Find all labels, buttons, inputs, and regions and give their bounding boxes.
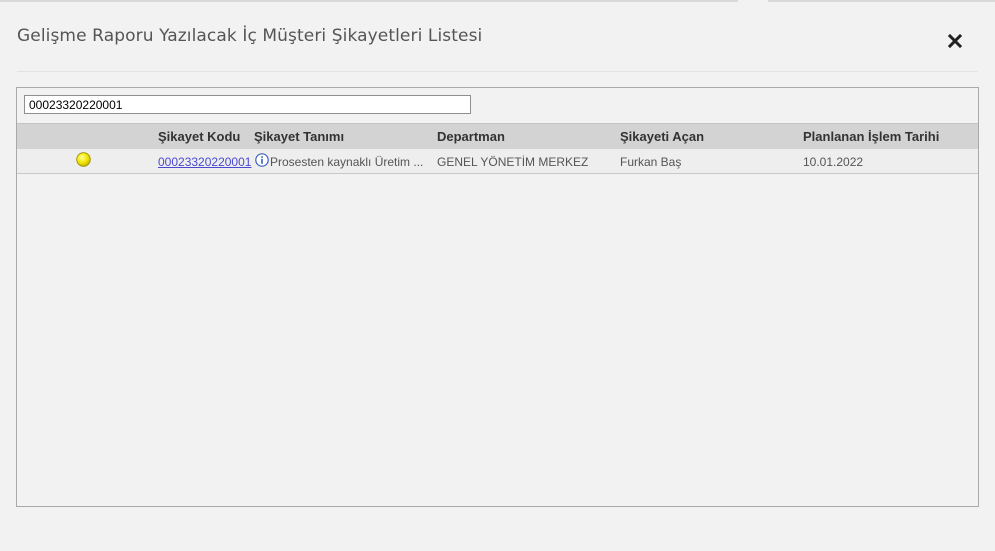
opened-by-cell: Furkan Baş (620, 155, 682, 169)
complaint-code-link[interactable]: 00023320220001 (158, 155, 251, 169)
search-bar (17, 88, 978, 123)
grid-header: Şikayet Kodu Şikayet Tanımı Departman Şi… (17, 123, 978, 149)
table-row[interactable]: 00023320220001 Prosesten kaynaklı Üretim… (17, 149, 978, 174)
close-button[interactable] (946, 32, 964, 50)
department-cell: GENEL YÖNETİM MERKEZ (437, 155, 589, 169)
column-header-code[interactable]: Şikayet Kodu (158, 129, 240, 144)
info-icon[interactable] (255, 153, 269, 167)
modal-footer (0, 506, 995, 551)
column-header-planned-date[interactable]: Planlanan İşlem Tarihi (803, 129, 939, 144)
column-header-opened-by[interactable]: Şikayeti Açan (620, 129, 704, 144)
column-header-description[interactable]: Şikayet Tanımı (254, 129, 344, 144)
close-icon (947, 33, 963, 49)
yellow-circle-icon (76, 152, 91, 167)
modal-header: Gelişme Raporu Yazılacak İç Müşteri Şika… (0, 0, 995, 72)
modal-title: Gelişme Raporu Yazılacak İç Müşteri Şika… (17, 26, 483, 46)
complaint-list-panel: Şikayet Kodu Şikayet Tanımı Departman Şi… (16, 87, 979, 507)
column-header-department[interactable]: Departman (437, 129, 505, 144)
search-input[interactable] (24, 95, 471, 114)
complaint-description: Prosesten kaynaklı Üretim ... (270, 155, 424, 169)
planned-date-cell: 10.01.2022 (803, 155, 864, 169)
header-divider (17, 71, 978, 72)
